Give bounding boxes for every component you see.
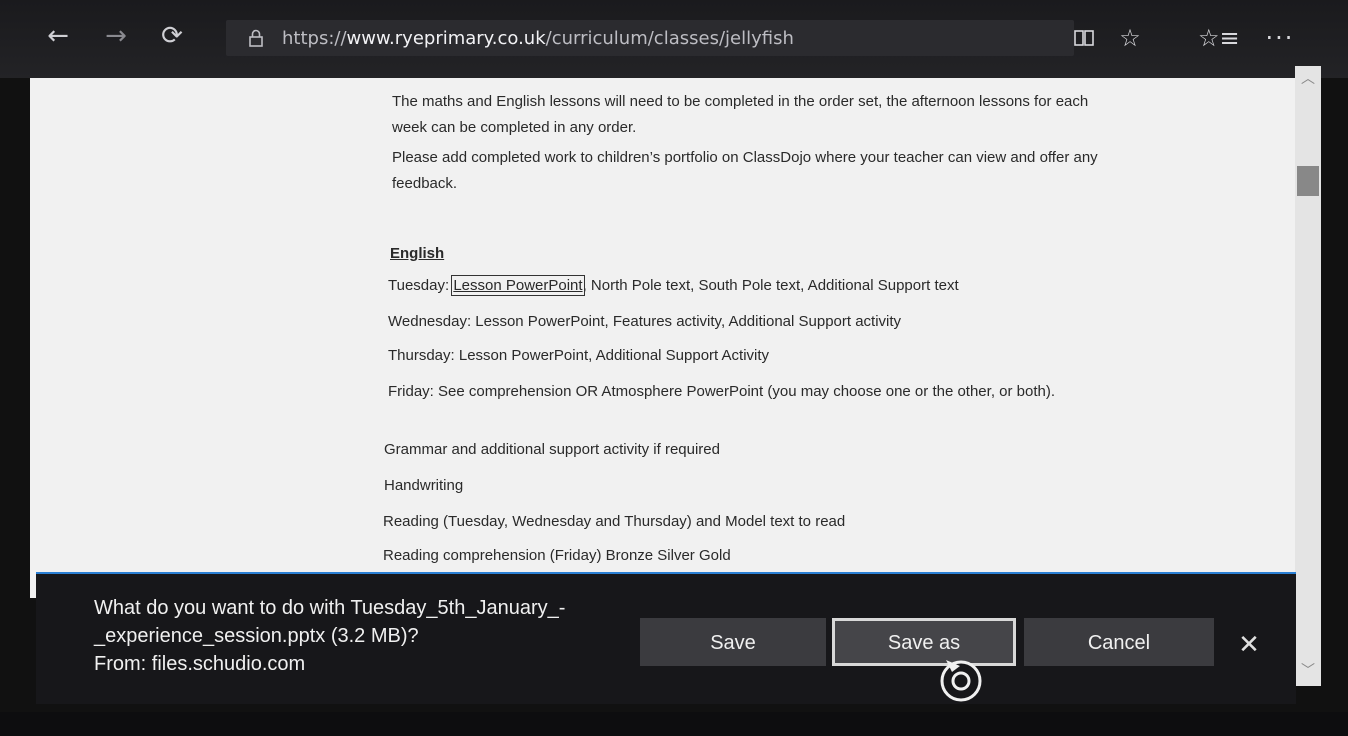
scroll-down-icon[interactable]: ﹀ — [1301, 660, 1315, 680]
cancel-button[interactable]: Cancel — [1024, 618, 1214, 666]
touch-cursor-icon — [940, 660, 982, 702]
grammar-row[interactable]: Grammar and additional support activity … — [384, 438, 720, 462]
url-path: /curriculum/classes/jellyfish — [545, 28, 794, 49]
vertical-scrollbar[interactable]: ︿ ﹀ — [1295, 66, 1321, 686]
reading-row[interactable]: Reading (Tuesday, Wednesday and Thursday… — [383, 510, 845, 534]
intro-text-line-2: week can be completed in any order. — [392, 119, 637, 136]
address-bar[interactable]: https://www.ryeprimary.co.uk/curriculum/… — [226, 20, 1074, 56]
back-arrow-icon[interactable]: ← — [38, 16, 78, 56]
favorites-list-icon[interactable]: ☆≡ — [1198, 20, 1240, 56]
scroll-thumb[interactable] — [1297, 166, 1319, 196]
download-message: What do you want to do with Tuesday_5th_… — [94, 594, 614, 678]
thursday-row[interactable]: Thursday: Lesson PowerPoint, Additional … — [388, 344, 769, 368]
download-notification-bar: What do you want to do with Tuesday_5th_… — [36, 572, 1296, 704]
url-prefix: https:// — [282, 28, 347, 49]
tuesday-label: Tuesday: — [388, 277, 454, 294]
intro-text-line-3: Please add completed work to children’s … — [392, 149, 1098, 166]
wednesday-row[interactable]: Wednesday: Lesson PowerPoint, Features a… — [388, 310, 901, 334]
tuesday-row: Tuesday: Lesson PowerPoint, North Pole t… — [388, 274, 959, 298]
scroll-up-icon[interactable]: ︿ — [1301, 68, 1315, 88]
bottom-strip — [0, 712, 1348, 736]
browser-toolbar: ← → ⟳ https://www.ryeprimary.co.uk/curri… — [0, 0, 1348, 78]
download-message-line-2: _experience_session.pptx (3.2 MB)? — [94, 625, 419, 647]
lesson-powerpoint-link[interactable]: Lesson PowerPoint — [451, 275, 585, 296]
refresh-icon[interactable]: ⟳ — [152, 16, 192, 56]
intro-text-line-1: The maths and English lessons will need … — [392, 93, 1089, 110]
save-as-button[interactable]: Save as — [832, 618, 1016, 666]
save-button[interactable]: Save — [640, 618, 826, 666]
friday-row[interactable]: Friday: See comprehension OR Atmosphere … — [388, 380, 1055, 404]
star-icon[interactable]: ☆ — [1112, 20, 1148, 56]
lock-icon — [249, 29, 263, 47]
page-viewport[interactable]: The maths and English lessons will need … — [30, 78, 1295, 598]
download-message-line-1: What do you want to do with Tuesday_5th_… — [94, 597, 566, 619]
english-heading: English — [390, 245, 445, 262]
reading-comprehension-row[interactable]: Reading comprehension (Friday) Bronze Si… — [383, 544, 731, 568]
download-source: From: files.schudio.com — [94, 653, 306, 675]
reading-view-icon[interactable] — [1066, 20, 1102, 56]
url-text[interactable]: https://www.ryeprimary.co.uk/curriculum/… — [282, 28, 794, 49]
more-icon[interactable]: ··· — [1262, 20, 1298, 56]
url-domain: www.ryeprimary.co.uk — [346, 28, 546, 49]
tuesday-rest: , North Pole text, South Pole text, Addi… — [582, 277, 959, 294]
intro-text-line-4: feedback. — [392, 175, 458, 192]
forward-arrow-icon[interactable]: → — [96, 16, 136, 56]
handwriting-row[interactable]: Handwriting — [384, 474, 463, 498]
close-icon[interactable]: ✕ — [1234, 630, 1264, 660]
